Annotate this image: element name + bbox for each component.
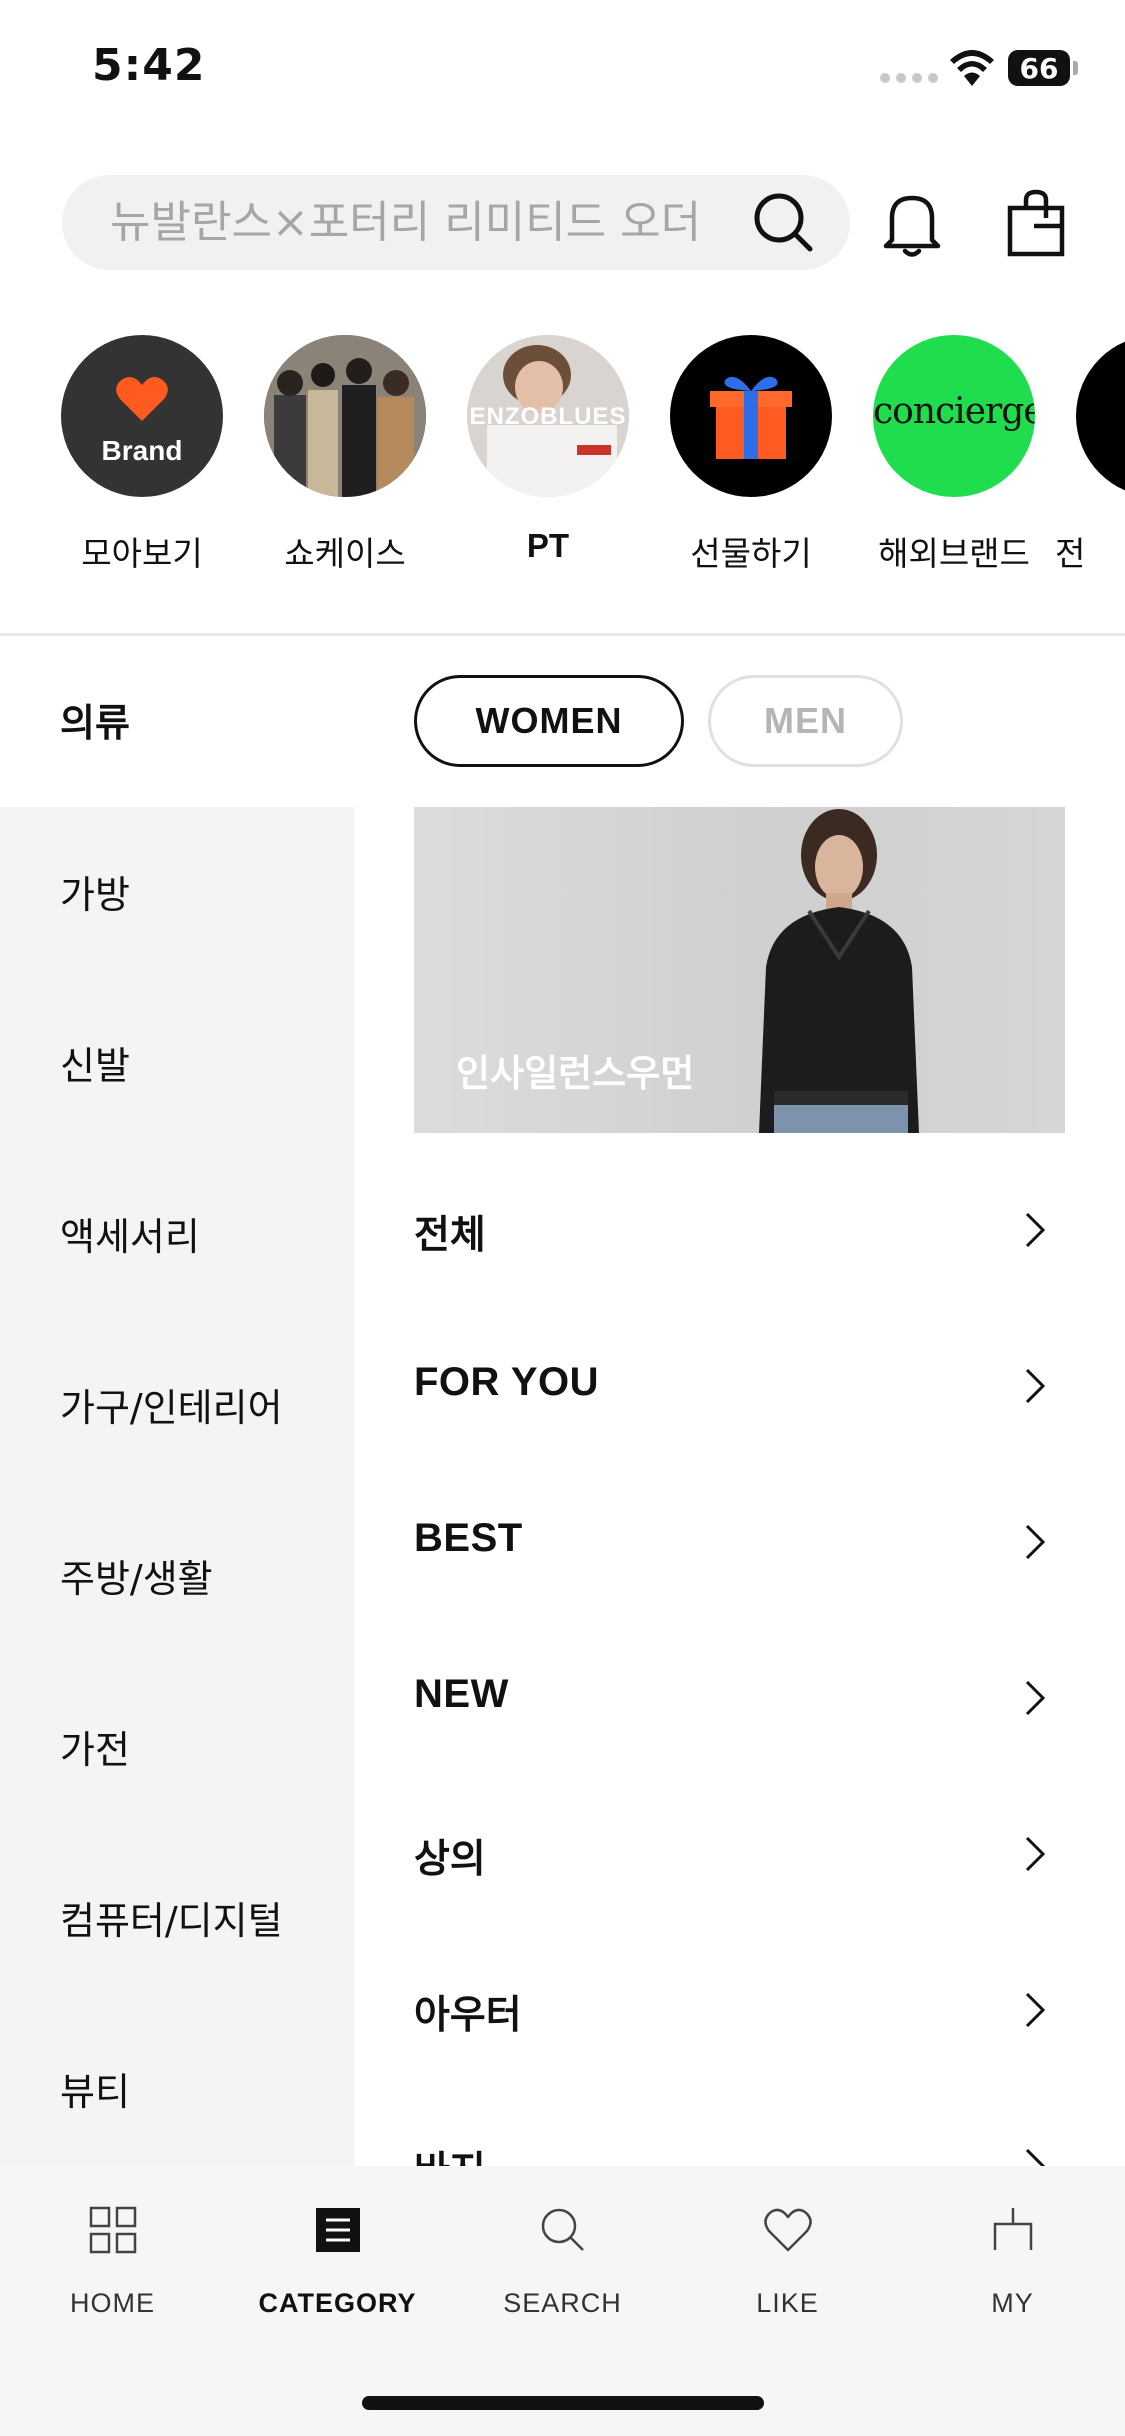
grid-icon xyxy=(89,2206,136,2254)
chevron-right-icon xyxy=(1025,1992,1046,2028)
sidebar-item-bags[interactable]: 가방 xyxy=(60,864,130,919)
story-partial-thumbnail xyxy=(1076,335,1125,497)
chevron-right-icon xyxy=(1025,1836,1046,1872)
status-bar: 5:42 66 xyxy=(0,0,1125,140)
chevron-right-icon xyxy=(1025,1368,1046,1404)
tab-women[interactable]: WOMEN xyxy=(414,675,684,767)
category-row-for-you[interactable]: FOR YOU xyxy=(414,1334,1065,1434)
home-indicator xyxy=(362,2396,764,2410)
tab-label: HOME xyxy=(70,2288,155,2318)
search-input[interactable] xyxy=(110,175,730,270)
battery-indicator: 66 xyxy=(1008,50,1070,86)
gift-icon xyxy=(710,376,792,459)
status-time: 5:42 xyxy=(92,40,206,91)
story-label: 쇼케이스 xyxy=(284,534,406,573)
story-gift[interactable]: 선물하기 xyxy=(649,335,853,575)
category-label: 상의 xyxy=(414,1837,486,1882)
cellular-signal-icon xyxy=(880,73,938,83)
story-pt[interactable]: ENZOBLUES PT xyxy=(446,335,650,565)
brand-banner[interactable]: 인사일런스우먼 xyxy=(414,807,1065,1133)
story-label: 해외브랜드 xyxy=(878,534,1030,573)
story-carousel[interactable]: Brand 모아보기 쇼케이스 ENZOBLUES PT 선물하기 concie… xyxy=(0,335,1125,575)
category-row-outer[interactable]: 아우터 xyxy=(414,1958,1065,2058)
story-showcase-thumbnail xyxy=(264,335,426,497)
category-row-tops[interactable]: 상의 xyxy=(414,1802,1065,1902)
chevron-right-icon xyxy=(1025,1680,1046,1716)
heart-icon xyxy=(763,2208,812,2252)
category-label: NEW xyxy=(414,1672,509,1716)
sidebar-item-kitchen[interactable]: 주방/생활 xyxy=(60,1548,213,1603)
sidebar-item-appliances[interactable]: 가전 xyxy=(60,1719,130,1774)
story-label: 전 xyxy=(1055,534,1086,573)
tab-category[interactable]: CATEGORY xyxy=(225,2204,450,2319)
shopping-bag-icon[interactable] xyxy=(1004,188,1068,258)
battery-level: 66 xyxy=(1019,51,1059,85)
banner-title: 인사일런스우먼 xyxy=(456,1052,695,1095)
people-photo xyxy=(264,335,426,497)
category-label: 전체 xyxy=(414,1213,486,1258)
sidebar-item-furniture[interactable]: 가구/인테리어 xyxy=(60,1377,283,1432)
story-label: PT xyxy=(526,527,570,564)
story-overseas-brand[interactable]: concierge 해외브랜드 xyxy=(852,335,1056,575)
sidebar-item-beauty[interactable]: 뷰티 xyxy=(60,2061,130,2116)
tab-label: CATEGORY xyxy=(258,2288,417,2318)
story-label: 선물하기 xyxy=(690,534,812,573)
category-sidebar xyxy=(0,807,354,2167)
tab-men[interactable]: MEN xyxy=(708,675,903,767)
story-pt-badge: ENZOBLUES xyxy=(469,403,627,430)
tab-label: LIKE xyxy=(756,2288,819,2318)
tab-like[interactable]: LIKE xyxy=(675,2204,900,2319)
search-icon xyxy=(541,2208,584,2251)
heart-icon xyxy=(116,377,168,421)
story-label: 모아보기 xyxy=(81,534,203,573)
battery-cap xyxy=(1073,61,1078,75)
person-icon xyxy=(993,2208,1032,2250)
list-icon xyxy=(315,2208,360,2252)
sidebar-item-shoes[interactable]: 신발 xyxy=(60,1035,130,1090)
category-label: 아우터 xyxy=(414,1993,522,2038)
tab-label: SEARCH xyxy=(503,2288,622,2318)
story-partial[interactable]: 전 xyxy=(1055,335,1125,575)
category-label: FOR YOU xyxy=(414,1360,600,1404)
story-pt-thumbnail: ENZOBLUES xyxy=(467,335,629,497)
tab-search[interactable]: SEARCH xyxy=(450,2204,675,2319)
category-row-new[interactable]: NEW xyxy=(414,1646,1065,1746)
tab-my[interactable]: MY xyxy=(900,2204,1125,2319)
story-brand-thumbnail: Brand xyxy=(61,335,223,497)
story-overseas-thumbnail: concierge xyxy=(873,335,1035,497)
story-brand-badge: Brand xyxy=(101,435,183,466)
category-row-best[interactable]: BEST xyxy=(414,1490,1065,1590)
story-concierge-badge: concierge xyxy=(873,391,1035,432)
story-gift-thumbnail xyxy=(670,335,832,497)
story-brand[interactable]: Brand 모아보기 xyxy=(40,335,244,575)
category-row-all[interactable]: 전체 xyxy=(414,1178,1065,1278)
section-divider xyxy=(0,633,1125,636)
sidebar-item-digital[interactable]: 컴퓨터/디지털 xyxy=(60,1890,283,1945)
bell-icon[interactable] xyxy=(880,188,944,260)
tab-label: MY xyxy=(991,2288,1034,2318)
tab-home[interactable]: HOME xyxy=(0,2204,225,2319)
wifi-icon xyxy=(950,50,994,86)
search-icon[interactable] xyxy=(750,189,816,255)
sidebar-item-accessories[interactable]: 액세서리 xyxy=(60,1206,200,1261)
story-showcase[interactable]: 쇼케이스 xyxy=(243,335,447,575)
category-label: BEST xyxy=(414,1516,523,1560)
sidebar-item-clothing[interactable]: 의류 xyxy=(60,692,130,747)
search-bar[interactable] xyxy=(62,175,850,270)
chevron-right-icon xyxy=(1025,1524,1046,1560)
chevron-right-icon xyxy=(1025,1212,1046,1248)
